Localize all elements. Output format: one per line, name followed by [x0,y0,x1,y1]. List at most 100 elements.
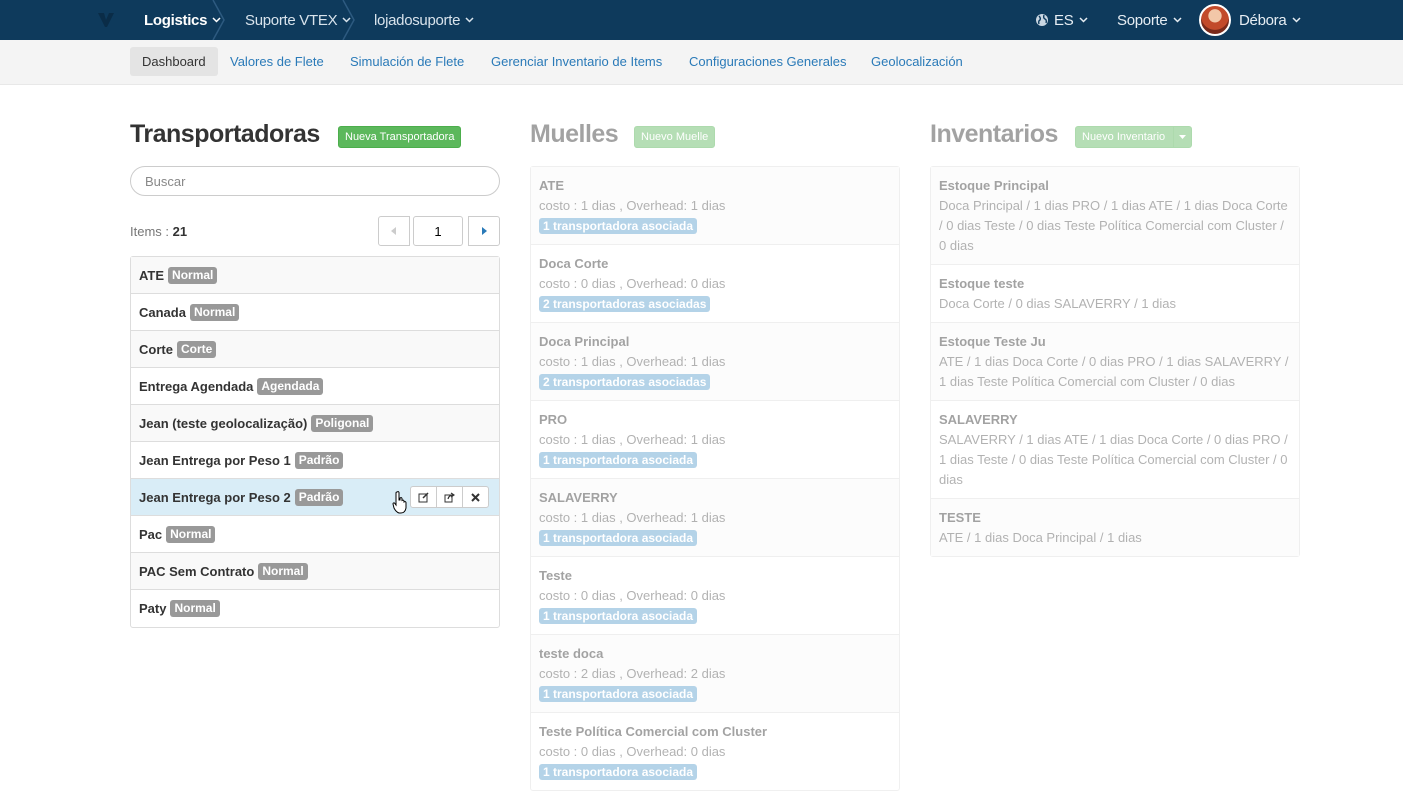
list-item[interactable]: teste doca costo : 2 dias , Overhead: 2 d… [531,635,899,713]
carrier-type-badge: Corte [176,340,217,358]
row-actions [410,486,489,508]
items-count-value: 21 [172,224,188,239]
carrier-name: Jean Entrega por Peso 2 [139,489,291,505]
carrier-name: Jean (teste geolocalização) [139,415,308,431]
list-item[interactable]: PRO costo : 1 dias , Overhead: 1 dias 1 tr… [531,401,899,479]
carrier-type-badge: Padrão [294,451,344,469]
dock-carrier-badge: 1 transportadora asociada [539,764,698,780]
inventory-name: Estoque Teste Ju [939,334,1046,349]
dock-detail: costo : 2 dias , Overhead: 2 dias [539,666,726,681]
list-item[interactable]: Estoque teste Doca Corte / 0 dias SALAVER… [931,265,1299,323]
language-selector[interactable]: ES [1035,0,1088,40]
breadcrumb-suporte-vtex[interactable]: Suporte VTEX [245,0,351,40]
user-menu[interactable]: Débora [1199,0,1301,40]
tab-dashboard[interactable]: Dashboard [130,47,218,76]
dock-carrier-badge: 1 transportadora asociada [539,452,698,468]
inventory-name: SALAVERRY [939,412,1018,427]
pagination-page-input[interactable] [413,216,463,246]
list-item[interactable]: Jean (teste geolocalização) Poligonal [131,405,499,442]
list-item[interactable]: Doca Corte costo : 0 dias , Overhead: 0 d… [531,245,899,323]
chevron-left-icon [391,227,396,235]
dock-list: ATE costo : 1 dias , Overhead: 1 dias 1 tr… [530,166,900,791]
list-item[interactable]: Estoque Teste Ju ATE / 1 dias Doca Corte … [931,323,1299,401]
list-item[interactable]: SALAVERRY SALAVERRY / 1 dias ATE / 1 dias… [931,401,1299,499]
tab-gerenciar-inventario[interactable]: Gerenciar Inventario de Items [479,47,674,76]
carrier-name: Jean Entrega por Peso 1 [139,452,291,468]
inventory-detail: ATE / 1 dias Doca Corte / 0 dias PRO / 1… [939,354,1289,389]
close-icon [471,492,480,502]
pagination-next-button[interactable] [468,216,500,246]
avatar [1199,4,1231,36]
new-inventory-button[interactable]: Nuevo Inventario [1075,126,1193,148]
sub-navigation: Dashboard Valores de Flete Simulación de… [0,40,1403,85]
dock-name: teste doca [539,646,604,661]
carrier-type-badge: Normal [170,600,220,617]
chevron-right-icon [482,227,487,235]
dropdown-toggle[interactable] [1173,127,1191,147]
dock-detail: costo : 1 dias , Overhead: 1 dias [539,432,726,447]
tab-valores-de-flete[interactable]: Valores de Flete [218,47,336,76]
carrier-name: Paty [139,601,167,616]
dock-name: Doca Principal [539,334,630,349]
carrier-search-input[interactable] [130,166,500,196]
list-item[interactable]: Pac Normal [131,516,499,553]
list-item[interactable]: ATE costo : 1 dias , Overhead: 1 dias 1 tr… [531,167,899,245]
dock-carrier-badge: 1 transportadora asociada [539,530,698,546]
vtex-logo-icon[interactable] [97,11,115,29]
share-icon [444,492,455,502]
list-item[interactable]: Jean Entrega por Peso 1 Padrão [131,442,499,479]
list-item[interactable]: Teste Política Comercial com Cluster cost… [531,713,899,790]
list-item[interactable]: ATE Normal [131,257,499,294]
dock-carrier-badge: 2 transportadoras asociadas [539,374,711,390]
inventory-list: Estoque Principal Doca Principal / 1 dias… [930,166,1300,557]
support-label: Soporte [1117,11,1168,29]
inventory-name: Estoque teste [939,276,1025,291]
breadcrumb-logistics[interactable]: Logistics [144,0,221,40]
dock-name: ATE [539,178,565,193]
dock-name: SALAVERRY [539,490,618,505]
tab-configuraciones-generales[interactable]: Configuraciones Generales [677,47,859,76]
delete-button[interactable] [462,486,489,508]
new-dock-button[interactable]: Nuevo Muelle [634,126,716,148]
edit-button[interactable] [410,486,437,508]
carrier-type-badge: Normal [189,303,240,321]
docks-title: Muelles [530,120,619,148]
inventories-title: Inventarios [930,120,1058,148]
list-item[interactable]: Canada Normal [131,294,499,331]
list-item[interactable]: SALAVERRY costo : 1 dias , Overhead: 1 di… [531,479,899,557]
carrier-type-badge: Normal [166,525,216,543]
list-item[interactable]: TESTE ATE / 1 dias Doca Principal / 1 dia… [931,499,1299,556]
list-item[interactable]: Paty Normal [131,590,499,627]
tab-simulacion-de-flete[interactable]: Simulación de Flete [338,47,476,76]
carrier-type-badge: Normal [168,266,218,284]
dock-name: PRO [539,412,568,427]
inventory-detail: Doca Principal / 1 dias PRO / 1 dias ATE… [939,198,1288,253]
list-item[interactable]: PAC Sem Contrato Normal [131,553,499,590]
hand-cursor-icon [392,491,407,514]
new-inventory-label: Nuevo Inventario [1082,131,1166,143]
new-carrier-button[interactable]: Nueva Transportadora [338,126,462,148]
pagination-prev-button[interactable] [378,216,410,246]
share-button[interactable] [436,486,463,508]
dock-detail: costo : 0 dias , Overhead: 0 dias [539,744,726,759]
breadcrumb-separator [212,0,225,40]
dock-name: Teste Política Comercial com Cluster [539,724,768,739]
chevron-down-icon [1079,17,1088,23]
list-item[interactable]: Entrega Agendada Agendada [131,368,499,405]
breadcrumb-label: lojadosuporte [374,11,461,29]
dock-carrier-badge: 1 transportadora asociada [539,218,698,234]
list-item[interactable]: Teste costo : 0 dias , Overhead: 0 dias 1 … [531,557,899,635]
list-item[interactable]: Estoque Principal Doca Principal / 1 dias… [931,167,1299,265]
list-item[interactable]: Jean Entrega por Peso 2 Padrão [131,479,499,516]
support-menu[interactable]: Soporte [1117,0,1182,40]
inventory-detail: ATE / 1 dias Doca Principal / 1 dias [939,530,1142,545]
list-item[interactable]: Corte Corte [131,331,499,368]
carrier-name: ATE [139,267,165,283]
dock-detail: costo : 0 dias , Overhead: 0 dias [539,588,726,603]
user-name: Débora [1239,11,1287,29]
list-item[interactable]: Doca Principal costo : 1 dias , Overhead:… [531,323,899,401]
globe-icon [1036,14,1048,26]
chevron-down-icon [465,17,474,23]
breadcrumb-store[interactable]: lojadosuporte [374,0,474,40]
tab-geolocalizacion[interactable]: Geolocalización [859,47,975,76]
